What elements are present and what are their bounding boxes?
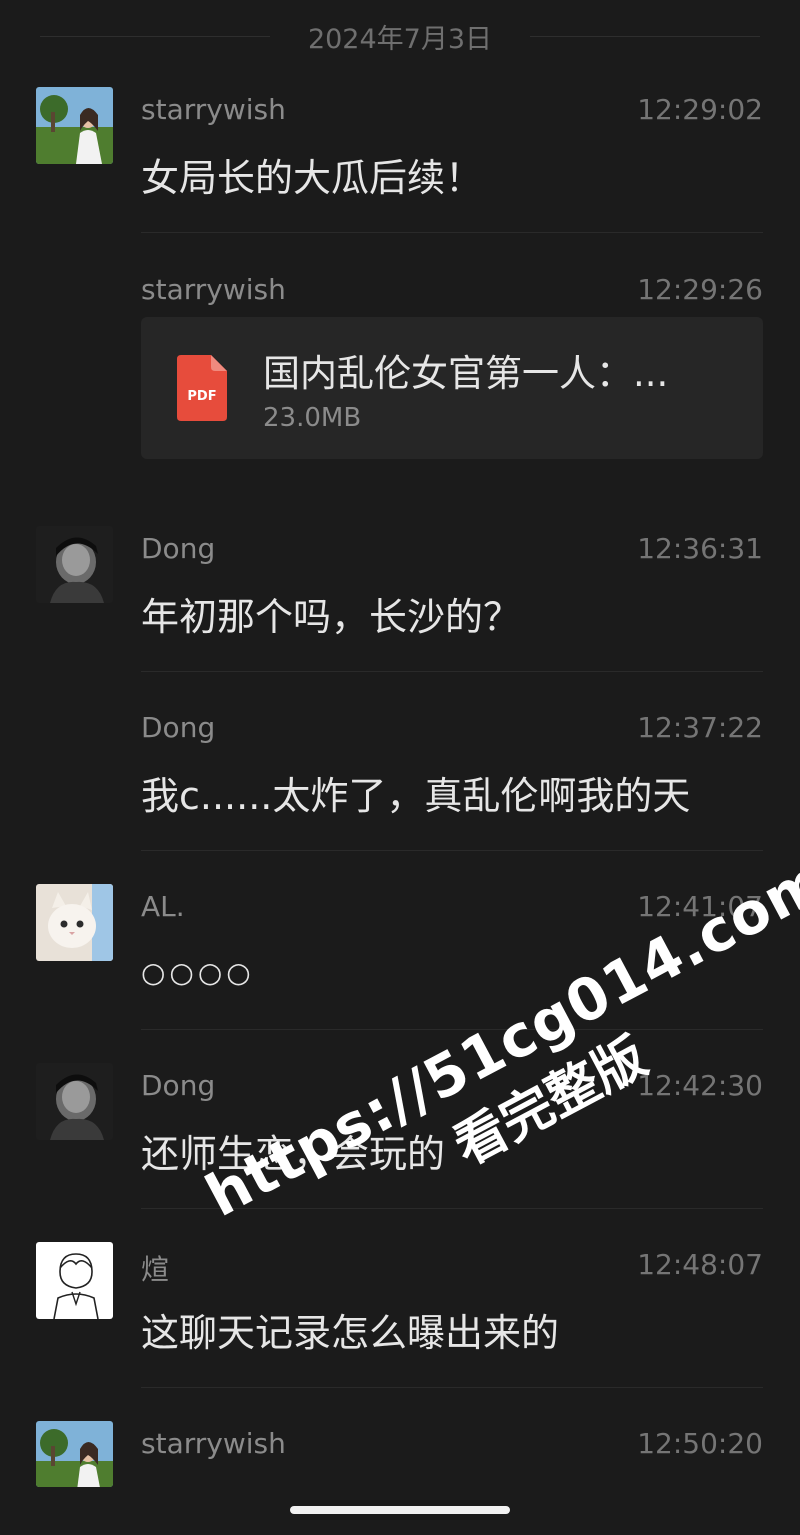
avatar-xuan-icon [36,1242,113,1319]
message-divider [141,232,763,233]
date-line-left [40,36,270,37]
sender-name[interactable]: 煊 [141,1248,169,1288]
message-time: 12:29:02 [637,93,763,126]
message-time: 12:29:26 [637,273,763,306]
sender-name[interactable]: Dong [141,532,215,565]
message-divider [141,1387,763,1388]
date-separator: 2024年7月3日 [0,14,800,58]
message-time: 12:50:20 [637,1427,763,1460]
message-text[interactable]: 这聊天记录怎么曝出来的 [141,1302,559,1357]
message-time: 12:48:07 [637,1248,763,1281]
message-divider [141,671,763,672]
sender-name[interactable]: Dong [141,711,215,744]
avatar[interactable] [36,1063,113,1140]
file-attachment-card[interactable]: PDF 国内乱伦女官第一人：... 23.0MB [141,317,763,459]
sender-name[interactable]: starrywish [141,1427,286,1460]
avatar-al-icon [36,884,113,961]
message-time: 12:41:07 [637,890,763,923]
avatar-dong-icon [36,1063,113,1140]
avatar-dong-icon [36,526,113,603]
message-text[interactable]: 我c......太炸了，真乱伦啊我的天 [141,765,690,820]
sender-name[interactable]: starrywish [141,273,286,306]
message-text[interactable]: ○○○○ [141,956,255,989]
message-time: 12:36:31 [637,532,763,565]
sender-name[interactable]: AL. [141,890,185,923]
chat-history-screen: 2024年7月3日 starrywish 12:29:02 女局长的大瓜后续！ … [0,0,800,1535]
svg-text:PDF: PDF [187,389,216,404]
avatar-starrywish-icon [36,87,113,164]
sender-name[interactable]: starrywish [141,93,286,126]
sender-name[interactable]: Dong [141,1069,215,1102]
date-label: 2024年7月3日 [287,16,513,56]
message-divider [141,850,763,851]
avatar[interactable] [36,1242,113,1319]
avatar[interactable] [36,87,113,164]
file-size: 23.0MB [263,403,362,433]
date-line-right [530,36,760,37]
avatar[interactable] [36,884,113,961]
message-divider [141,1208,763,1209]
home-indicator[interactable] [290,1506,510,1514]
message-text[interactable]: 女局长的大瓜后续！ [141,147,483,202]
message-text[interactable]: 年初那个吗，长沙的？ [141,586,521,641]
message-text[interactable]: 还师生恋，会玩的 [141,1123,445,1178]
message-divider [141,1029,763,1030]
file-name[interactable]: 国内乱伦女官第一人：... [263,343,723,397]
avatar[interactable] [36,1421,113,1487]
avatar[interactable] [36,526,113,603]
avatar-starrywish-icon [36,1421,113,1487]
message-time: 12:37:22 [637,711,763,744]
message-time: 12:42:30 [637,1069,763,1102]
pdf-file-icon: PDF [177,355,227,421]
